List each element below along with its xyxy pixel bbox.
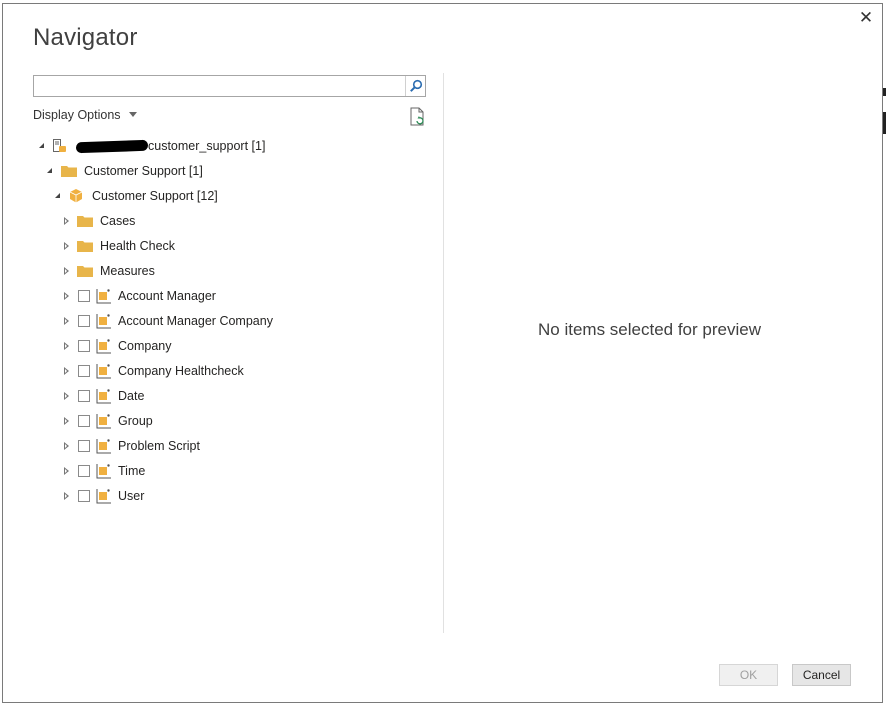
search-input[interactable] (36, 77, 406, 95)
refresh-button[interactable] (409, 107, 427, 127)
tree-node-label: Date (118, 389, 145, 403)
folder-icon (76, 263, 94, 279)
tree-node-label: Account Manager (118, 289, 216, 303)
expand-arrow-icon[interactable] (62, 491, 72, 501)
tree-node-dimension[interactable]: Account Manager (62, 285, 216, 307)
folder-icon (76, 238, 94, 254)
tree-node-label: Measures (100, 264, 155, 278)
dimension-checkbox[interactable] (78, 465, 90, 477)
tree-node-dimension[interactable]: User (62, 485, 144, 507)
dimension-icon (94, 288, 112, 304)
tree-node-dimension[interactable]: Problem Script (62, 435, 200, 457)
tree-node-dimension[interactable]: Time (62, 460, 145, 482)
tree-node-label: Account Manager Company (118, 314, 273, 328)
tree-node-label: customer_support [1] (148, 139, 266, 153)
dialog-title: Navigator (33, 24, 138, 51)
tree-node-folder[interactable]: Cases (62, 210, 135, 232)
dimension-icon (94, 313, 112, 329)
collapse-arrow-icon[interactable] (54, 191, 64, 201)
tree-node-label: Time (118, 464, 146, 478)
dimension-checkbox[interactable] (78, 315, 90, 327)
expand-arrow-icon[interactable] (62, 266, 72, 276)
redacted-server-name (75, 139, 149, 153)
dimension-icon (94, 388, 112, 404)
tree-node-folder[interactable]: Health Check (62, 235, 175, 257)
tree-node-label: User (118, 489, 145, 503)
search-icon (410, 79, 423, 92)
database-server-icon (52, 138, 70, 154)
tree-node-label: Group (118, 414, 153, 428)
dimension-checkbox[interactable] (78, 340, 90, 352)
ok-button[interactable]: OK (719, 664, 778, 686)
tree-node-label: Cases (100, 214, 136, 228)
tree-node-label: Customer Support [1] (84, 164, 203, 178)
tree-node-dimension[interactable]: Group (62, 410, 153, 432)
dimension-checkbox[interactable] (78, 390, 90, 402)
refresh-icon (410, 107, 424, 126)
search-button[interactable] (405, 76, 425, 96)
preview-empty-message: No items selected for preview (538, 320, 761, 339)
folder-icon (60, 163, 78, 179)
chevron-down-icon (128, 112, 137, 118)
collapse-arrow-icon[interactable] (38, 141, 48, 151)
collapse-arrow-icon[interactable] (46, 166, 56, 176)
close-button[interactable]: ✕ (856, 8, 876, 28)
tree-node-dimension[interactable]: Company Healthcheck (62, 360, 244, 382)
expand-arrow-icon[interactable] (62, 316, 72, 326)
dimension-icon (94, 338, 112, 354)
cancel-button[interactable]: Cancel (792, 664, 851, 686)
cube-icon (68, 188, 86, 204)
expand-arrow-icon[interactable] (62, 466, 72, 476)
dimension-icon (94, 463, 112, 479)
tree-node-label: Company Healthcheck (118, 364, 244, 378)
pane-divider (443, 73, 444, 633)
expand-arrow-icon[interactable] (62, 291, 72, 301)
tree-node-label: Customer Support [12] (92, 189, 218, 203)
dimension-icon (94, 363, 112, 379)
dimension-checkbox[interactable] (78, 415, 90, 427)
expand-arrow-icon[interactable] (62, 341, 72, 351)
search-box (33, 75, 426, 97)
expand-arrow-icon[interactable] (62, 241, 72, 251)
expand-arrow-icon[interactable] (62, 441, 72, 451)
display-options-label: Display Options (33, 108, 121, 122)
tree-node-server[interactable]: customer_support [1] (38, 135, 265, 157)
tree-node-dimension[interactable]: Date (62, 385, 144, 407)
dimension-icon (94, 438, 112, 454)
tree-node-cube-customer-support[interactable]: Customer Support [12] (54, 185, 218, 207)
expand-arrow-icon[interactable] (62, 366, 72, 376)
tree-node-label: Company (118, 339, 172, 353)
tree-node-dimension[interactable]: Account Manager Company (62, 310, 273, 332)
tree-node-label: Problem Script (118, 439, 200, 453)
dimension-checkbox[interactable] (78, 365, 90, 377)
dimension-icon (94, 413, 112, 429)
dimension-checkbox[interactable] (78, 440, 90, 452)
expand-arrow-icon[interactable] (62, 391, 72, 401)
tree-node-folder-customer-support[interactable]: Customer Support [1] (46, 160, 203, 182)
dimension-checkbox[interactable] (78, 290, 90, 302)
display-options-dropdown[interactable]: Display Options (33, 108, 137, 122)
dimension-checkbox[interactable] (78, 490, 90, 502)
dimension-icon (94, 488, 112, 504)
expand-arrow-icon[interactable] (62, 416, 72, 426)
tree-node-dimension[interactable]: Company (62, 335, 172, 357)
expand-arrow-icon[interactable] (62, 216, 72, 226)
tree-node-label: Health Check (100, 239, 176, 253)
folder-icon (76, 213, 94, 229)
tree-node-folder[interactable]: Measures (62, 260, 155, 282)
